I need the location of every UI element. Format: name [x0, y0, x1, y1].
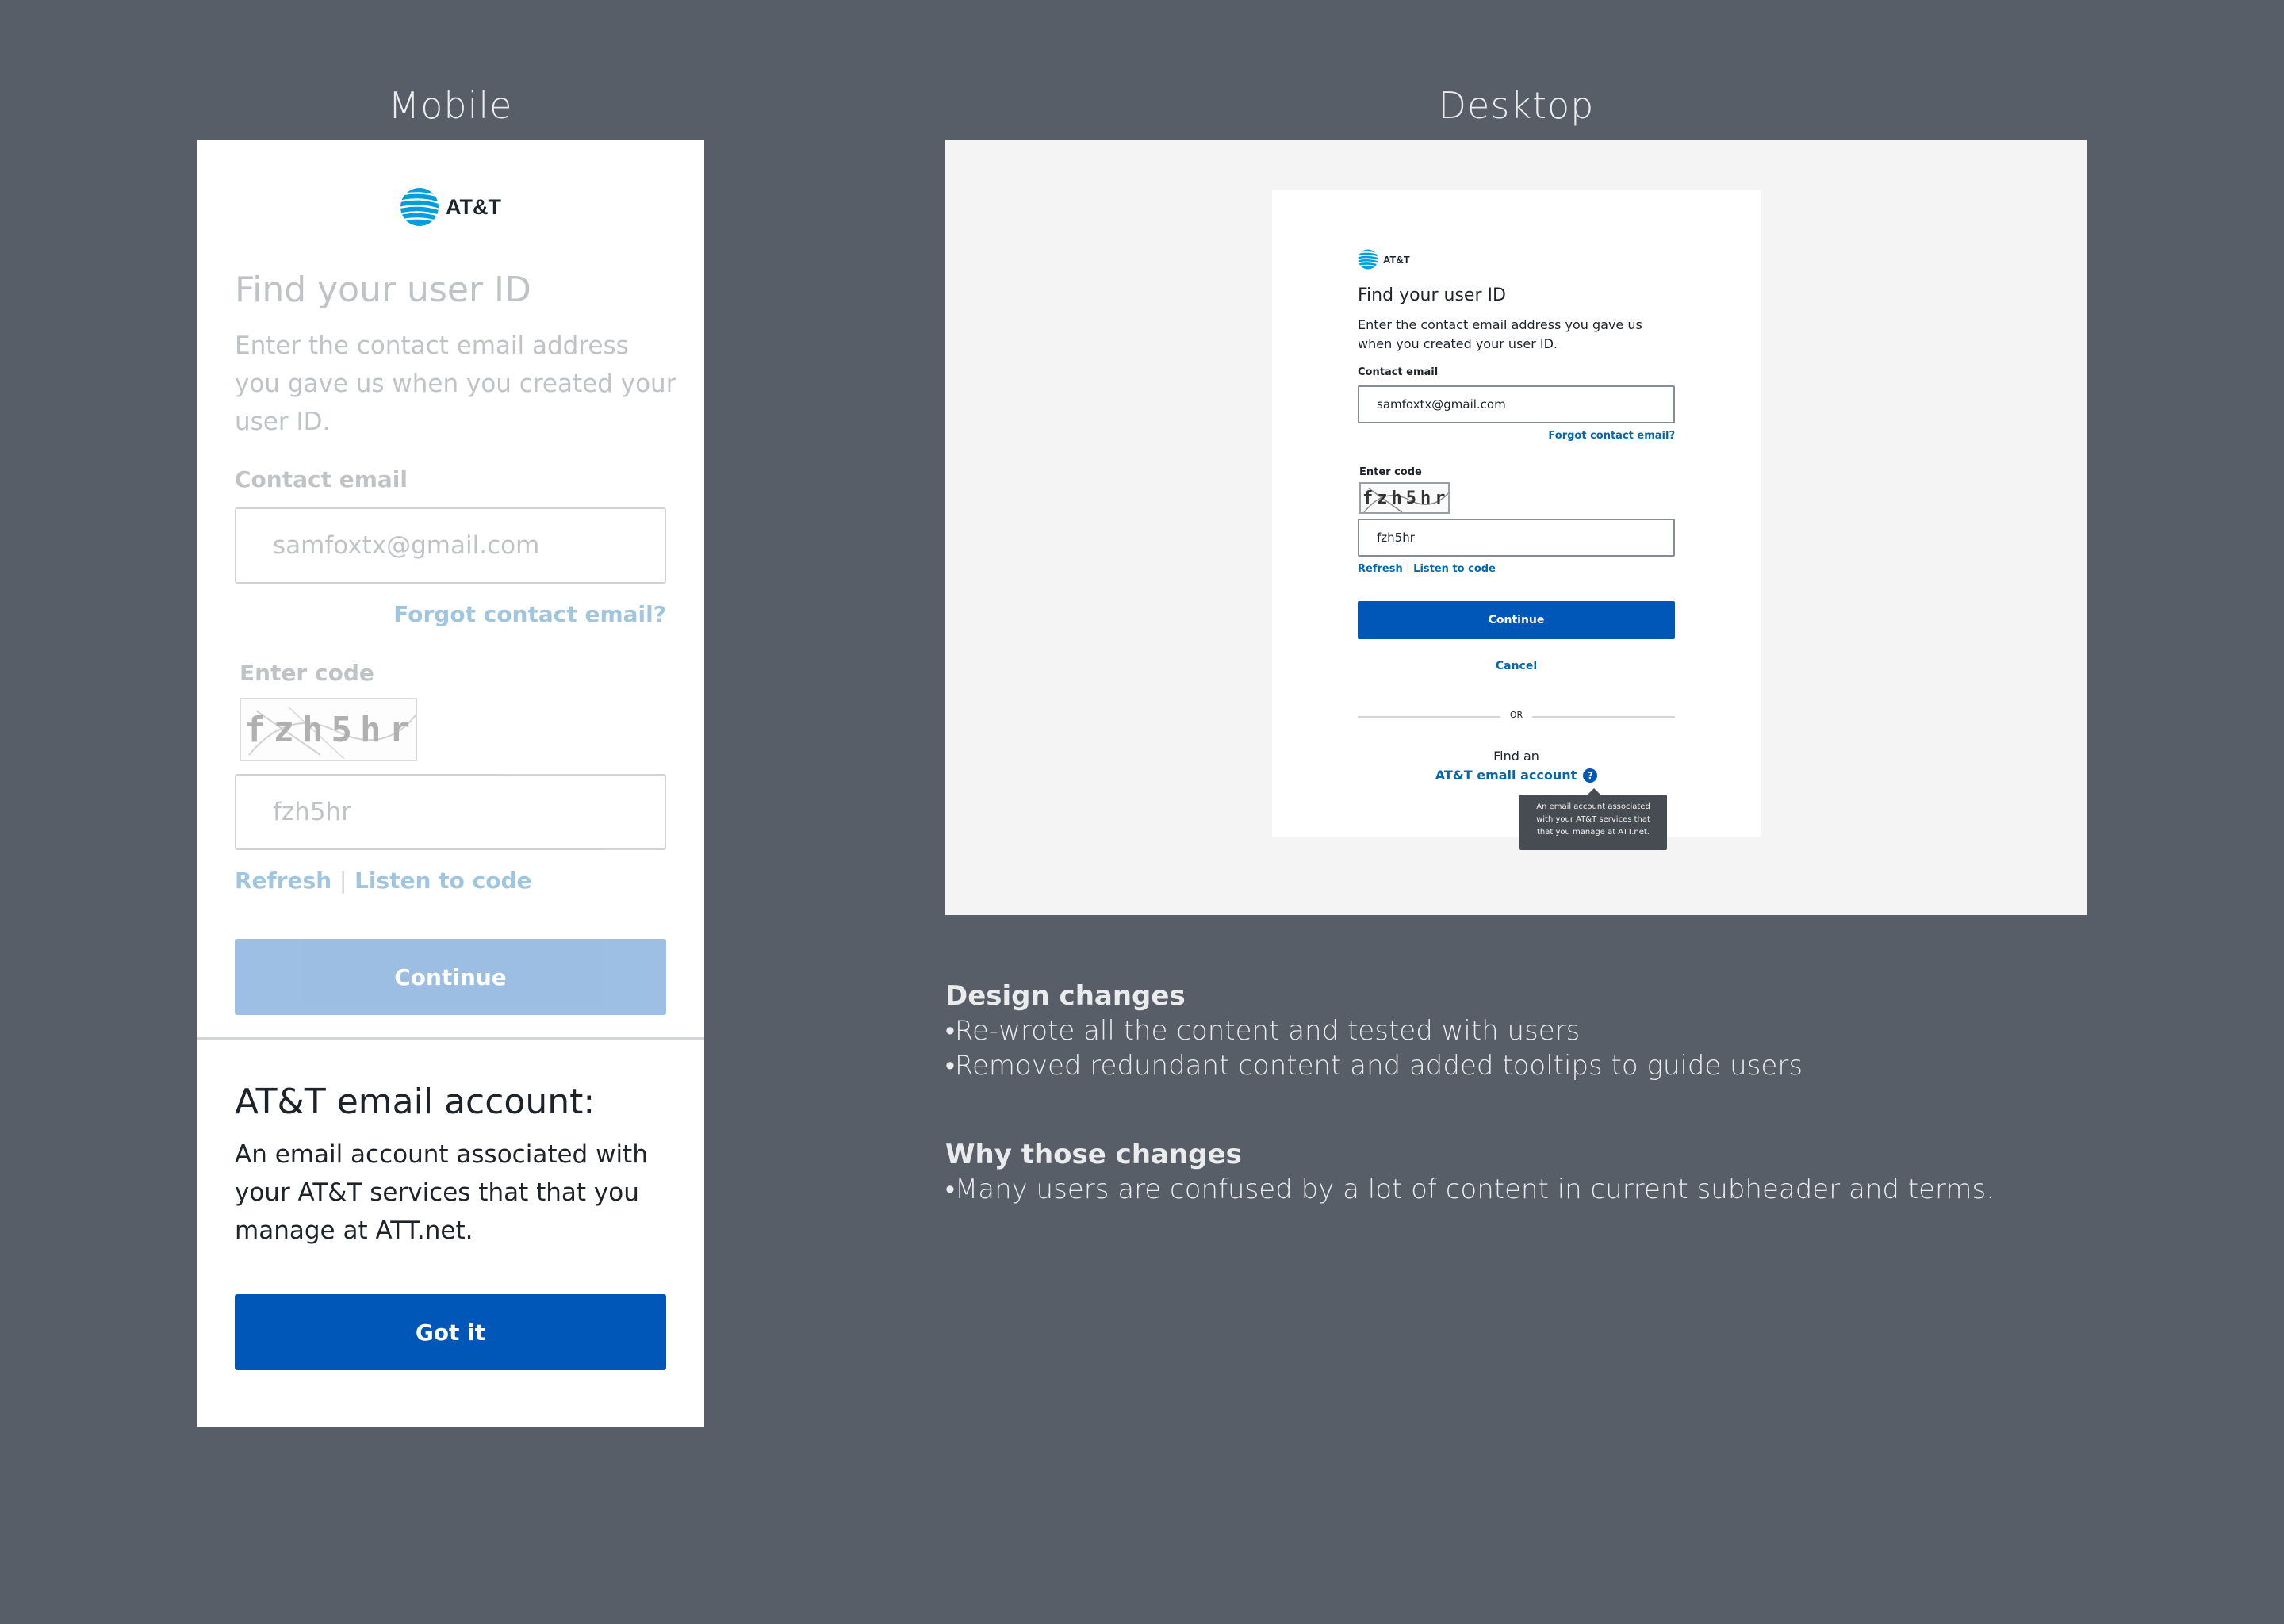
design-change-item: •Removed redundant content and added too… — [945, 1050, 1803, 1082]
att-globe-icon — [1358, 249, 1378, 270]
att-logo: AT&T — [1358, 249, 1410, 270]
listen-to-code-link[interactable]: Listen to code — [354, 868, 531, 894]
page-subtitle: Enter the contact email address you gave… — [235, 331, 676, 436]
code-input[interactable]: fzh5hr — [1358, 519, 1675, 557]
forgot-contact-email-link[interactable]: Forgot contact email? — [1548, 430, 1675, 442]
login-card: AT&T Find your user ID Enter the contact… — [1272, 190, 1761, 837]
logo-text: AT&T — [1383, 253, 1410, 266]
captcha-text: fzh5hr — [244, 709, 417, 750]
page-title: Find your user ID — [1358, 285, 1506, 305]
enter-code-label: Enter code — [1359, 466, 1422, 478]
page-title: Find your user ID — [235, 270, 531, 310]
refresh-link[interactable]: Refresh — [1358, 563, 1403, 575]
design-changes-notes: Design changes •Re-wrote all the content… — [945, 980, 1803, 1082]
listen-to-code-link[interactable]: Listen to code — [1413, 563, 1496, 575]
forgot-contact-email-link[interactable]: Forgot contact email? — [393, 601, 666, 627]
find-an-text: Find an — [1493, 749, 1539, 764]
captcha-image: fzh5hr — [240, 698, 417, 761]
mobile-screen: AT&T Find your user ID Enter the contact… — [197, 140, 704, 1427]
code-links: Refresh | Listen to code — [235, 868, 531, 894]
contact-email-label: Contact email — [235, 466, 408, 492]
refresh-link[interactable]: Refresh — [235, 868, 331, 894]
desktop-heading: Desktop — [1438, 84, 1595, 127]
sheet-divider — [197, 1037, 704, 1040]
link-separator: | — [1406, 563, 1410, 575]
att-globe-icon — [400, 188, 439, 226]
sheet-title: AT&T email account: — [235, 1082, 596, 1122]
code-input[interactable]: fzh5hr — [235, 774, 666, 850]
cancel-link[interactable]: Cancel — [1272, 660, 1761, 672]
tooltip: An email account associated with your AT… — [1519, 788, 1667, 850]
why-changes-heading: Why those changes — [945, 1139, 1242, 1170]
contact-email-input[interactable]: samfoxtx@gmail.com — [235, 508, 666, 584]
or-label: OR — [1509, 710, 1523, 720]
captcha-image: fzh5hr — [1359, 482, 1450, 514]
email-account-row: AT&T email account? — [1272, 768, 1761, 783]
continue-button[interactable]: Continue — [235, 939, 666, 1015]
enter-code-label: Enter code — [240, 660, 374, 686]
why-change-item: •Many users are confused by a lot of con… — [945, 1174, 1995, 1205]
att-logo: AT&T — [197, 187, 704, 227]
desktop-screen: AT&T Find your user ID Enter the contact… — [945, 140, 2087, 915]
att-email-account-link[interactable]: AT&T email account — [1435, 768, 1577, 783]
contact-email-input[interactable]: samfoxtx@gmail.com — [1358, 385, 1675, 423]
code-links: Refresh | Listen to code — [1358, 563, 1496, 575]
logo-text: AT&T — [446, 194, 501, 219]
design-change-item: •Re-wrote all the content and tested wit… — [945, 1015, 1581, 1047]
mobile-heading: Mobile — [388, 84, 513, 127]
design-changes-heading: Design changes — [945, 980, 1186, 1012]
continue-button[interactable]: Continue — [1358, 601, 1675, 639]
got-it-button[interactable]: Got it — [235, 1294, 666, 1370]
sheet-text: An email account associated with your AT… — [235, 1140, 648, 1245]
page-subtitle: Enter the contact email address you gave… — [1358, 317, 1642, 351]
link-separator: | — [339, 868, 347, 894]
captcha-text: fzh5hr — [1362, 488, 1450, 508]
help-icon[interactable]: ? — [1583, 768, 1598, 783]
why-changes-notes: Why those changes •Many users are confus… — [945, 1139, 1995, 1205]
contact-email-label: Contact email — [1358, 366, 1439, 378]
